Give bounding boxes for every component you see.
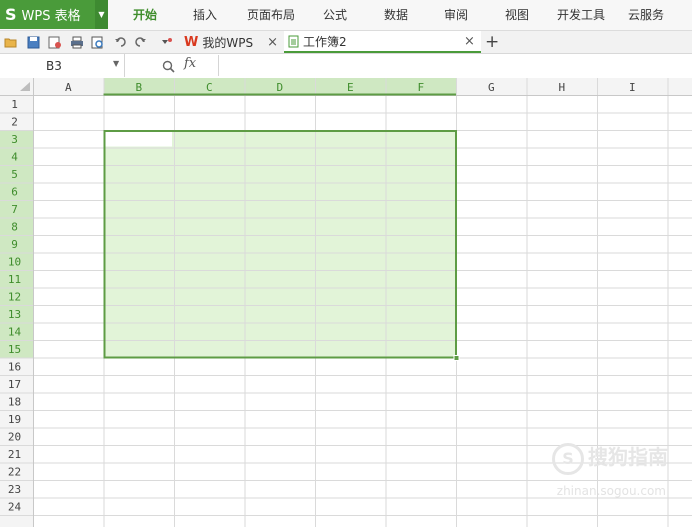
app-name: WPS 表格 (21, 9, 81, 24)
print-preview-icon[interactable] (89, 31, 107, 53)
wps-logo-icon: S (5, 5, 17, 24)
row-header-19[interactable]: 19 (8, 413, 21, 426)
column-header-i[interactable]: I (629, 81, 636, 94)
row-header-24[interactable]: 24 (8, 501, 22, 514)
redo-icon[interactable] (132, 31, 150, 53)
tab-my-wps[interactable]: W 我的WPS × (184, 31, 282, 53)
column-header-d[interactable]: D (276, 81, 283, 94)
row-header-10[interactable]: 10 (8, 256, 21, 269)
row-header-8[interactable]: 8 (11, 221, 18, 234)
insert-function-fx-button[interactable]: fx (184, 56, 196, 71)
name-box-dropdown-icon[interactable]: ▼ (113, 59, 119, 68)
menu-page-layout[interactable]: 页面布局 (240, 0, 302, 29)
row-header-4[interactable]: 4 (11, 151, 18, 164)
row-header-20[interactable]: 20 (8, 431, 21, 444)
name-box[interactable]: B3 ▼ (0, 54, 125, 77)
row-header-11[interactable]: 11 (8, 273, 21, 286)
tab-workbook-close-icon[interactable]: × (464, 34, 475, 49)
name-box-value: B3 (46, 58, 62, 73)
row-header-5[interactable]: 5 (11, 168, 18, 181)
tab-my-wps-label: 我的WPS (202, 35, 254, 50)
column-header-e[interactable]: E (347, 81, 354, 94)
menu-review[interactable]: 审阅 (435, 0, 477, 29)
app-logo-button[interactable]: S WPS 表格 (0, 0, 95, 29)
row-header-12[interactable]: 12 (8, 291, 21, 304)
zoom-search-icon[interactable] (160, 57, 176, 75)
watermark-logo: S 搜狗指南 (552, 441, 668, 475)
menu-insert[interactable]: 插入 (184, 0, 226, 29)
tab-workbook-label: 工作簿2 (303, 34, 347, 49)
row-header-17[interactable]: 17 (8, 378, 21, 391)
row-header-3[interactable]: 3 (11, 133, 18, 146)
menu-data[interactable]: 数据 (375, 0, 417, 29)
sogou-logo-icon: S (552, 443, 584, 475)
open-folder-icon[interactable] (2, 31, 20, 53)
print-icon[interactable] (68, 31, 86, 53)
menu-bar: S WPS 表格 ▼ 开始 插入 页面布局 公式 数据 审阅 视图 开发工具 云… (0, 0, 692, 31)
new-tab-plus-icon[interactable]: + (485, 31, 501, 53)
row-header-6[interactable]: 6 (11, 186, 18, 199)
menu-cloud[interactable]: 云服务 (620, 0, 672, 29)
customize-toolbar-icon[interactable] (158, 31, 176, 53)
row-header-16[interactable]: 16 (8, 361, 21, 374)
column-header-h[interactable]: H (558, 81, 565, 94)
undo-icon[interactable] (111, 31, 129, 53)
menu-formula[interactable]: 公式 (314, 0, 356, 29)
column-header-c[interactable]: C (206, 81, 213, 94)
column-header-g[interactable]: G (488, 81, 495, 94)
row-header-7[interactable]: 7 (11, 203, 18, 216)
row-header-1[interactable]: 1 (11, 98, 18, 111)
row-header-23[interactable]: 23 (8, 483, 21, 496)
row-header-15[interactable]: 15 (8, 343, 21, 356)
save-as-icon[interactable] (46, 31, 64, 53)
row-header-18[interactable]: 18 (8, 396, 21, 409)
watermark-url: zhinan.sogou.com (556, 484, 666, 498)
menu-developer[interactable]: 开发工具 (550, 0, 612, 29)
watermark-text: 搜狗指南 (588, 445, 668, 469)
row-header-22[interactable]: 22 (8, 466, 21, 479)
menu-home[interactable]: 开始 (124, 0, 166, 29)
fill-handle[interactable] (453, 355, 460, 361)
app-menu-dropdown-icon[interactable]: ▼ (95, 0, 108, 29)
tab-workbook[interactable]: 工作簿2 × (284, 31, 481, 53)
row-header-21[interactable]: 21 (8, 448, 21, 461)
row-header-14[interactable]: 14 (8, 326, 22, 339)
column-header-f[interactable]: F (417, 81, 424, 94)
menu-view[interactable]: 视图 (496, 0, 538, 29)
tab-my-wps-close-icon[interactable]: × (267, 35, 278, 50)
spreadsheet-doc-icon (288, 35, 299, 48)
formula-input[interactable] (218, 55, 692, 76)
wps-w-icon: W (184, 34, 199, 50)
quick-access-toolbar: W 我的WPS × 工作簿2 × + (0, 31, 692, 54)
formula-bar: B3 ▼ fx (0, 54, 692, 79)
row-header-13[interactable]: 13 (8, 308, 21, 321)
active-cell[interactable] (105, 132, 173, 147)
row-header-9[interactable]: 9 (11, 238, 18, 251)
column-header-a[interactable]: A (65, 81, 72, 94)
save-icon[interactable] (24, 31, 42, 53)
column-header-b[interactable]: B (135, 81, 142, 94)
row-header-2[interactable]: 2 (11, 116, 18, 129)
